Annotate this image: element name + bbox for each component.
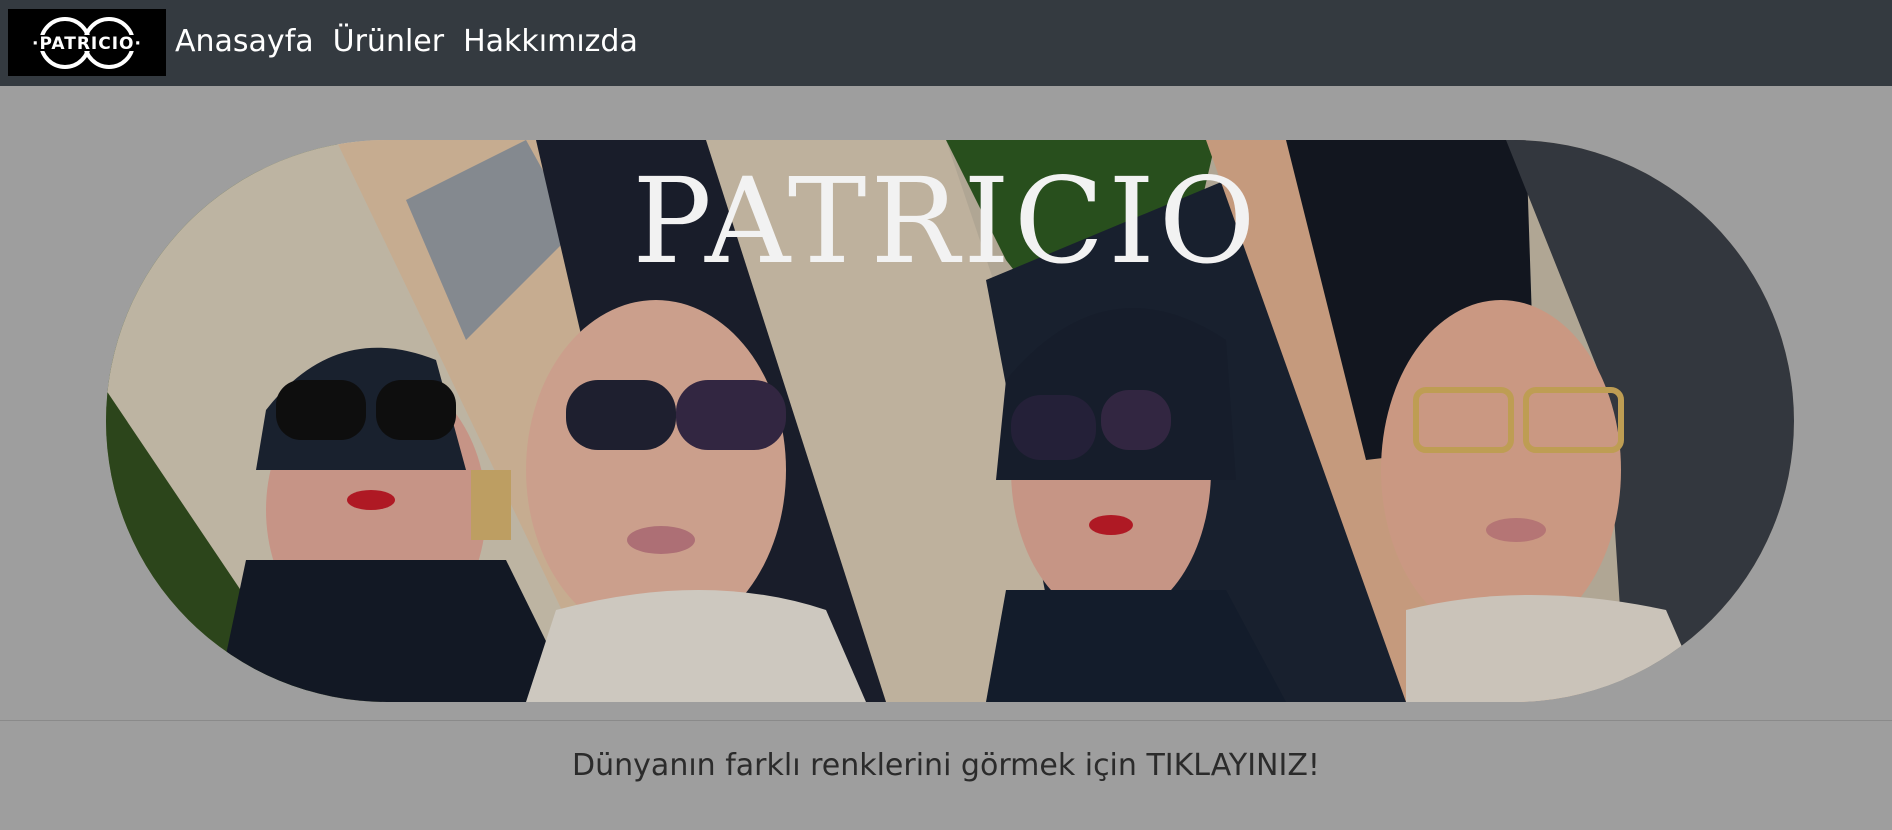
hero-banner-image	[106, 140, 1794, 702]
sunglasses-collage-image	[106, 140, 1794, 702]
nav-link-about[interactable]: Hakkımızda	[463, 22, 638, 62]
nav-link-home[interactable]: Anasayfa	[175, 22, 314, 62]
nav-link-products[interactable]: Ürünler	[333, 22, 444, 62]
patricio-logo-icon: ·PATRICIO·	[28, 16, 146, 69]
cta-link[interactable]: Dünyanın farklı renklerini görmek için T…	[0, 744, 1892, 788]
brand-logo[interactable]: ·PATRICIO·	[8, 9, 166, 76]
section-divider	[0, 720, 1892, 721]
svg-text:·PATRICIO·: ·PATRICIO·	[32, 34, 142, 54]
top-navbar: ·PATRICIO· Anasayfa Ürünler Hakkımızda	[0, 0, 1892, 86]
main-nav: Anasayfa Ürünler Hakkımızda	[175, 22, 638, 62]
